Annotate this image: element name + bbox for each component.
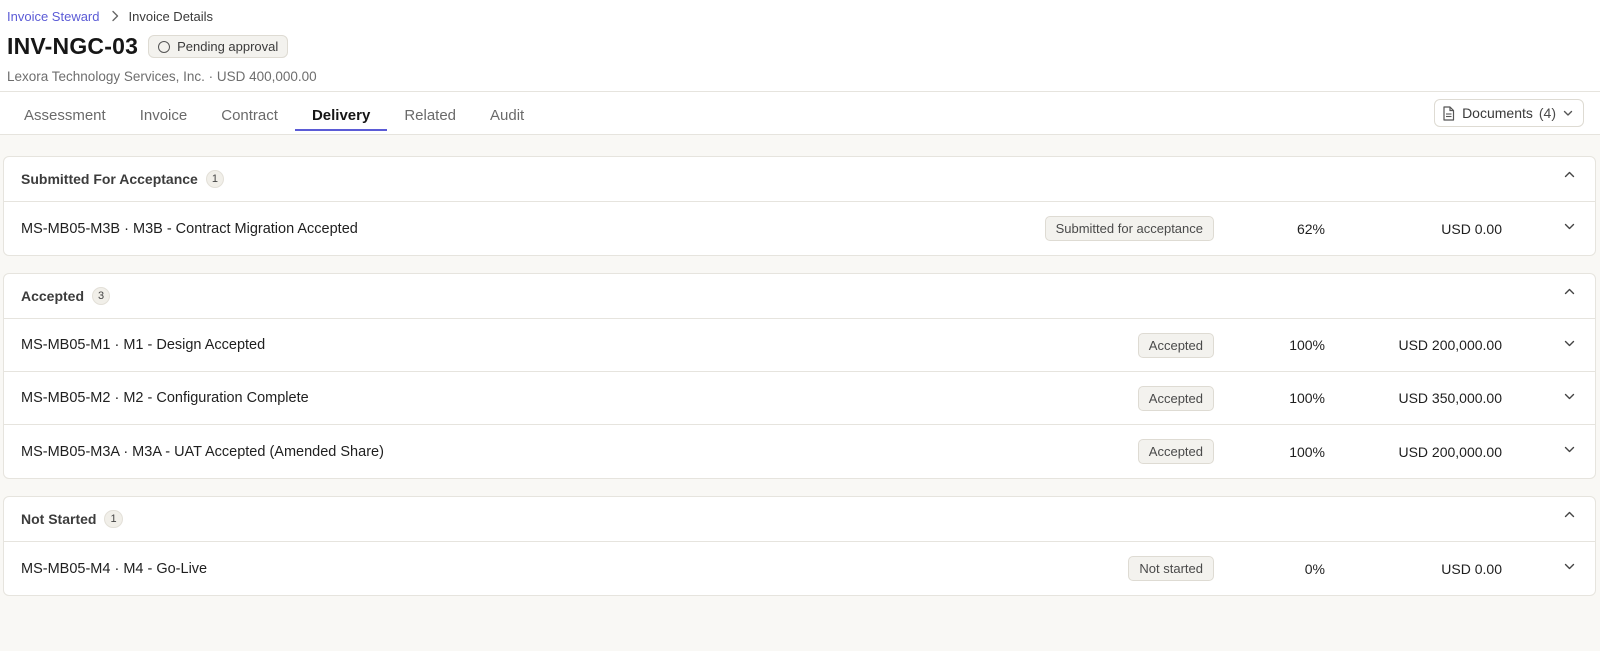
chevron-down-icon[interactable] [1564,340,1575,347]
title-row: INV-NGC-03 Pending approval [7,33,1593,60]
milestone-row[interactable]: MS-MB05-M3A · M3A - UAT Accepted (Amende… [4,425,1595,478]
breadcrumb-current: Invoice Details [128,8,214,24]
breadcrumb: Invoice Steward Invoice Details [7,8,1593,24]
status-badge-label: Pending approval [177,39,279,54]
milestone-amount: USD 0.00 [1441,220,1502,237]
milestone-status-badge: Accepted [1137,439,1214,464]
group-header[interactable]: Not Started 1 [4,497,1595,542]
milestone-row[interactable]: MS-MB05-M2 · M2 - Configuration Complete… [4,372,1595,425]
tabs-bar: Assessment Invoice Contract Delivery Related… [0,92,1600,135]
milestone-name: MS-MB05-M3A · M3A - UAT Accepted (Amende… [21,443,384,460]
milestone-group: Accepted 3 MS-MB05-M1 · M1 - Design Accept… [3,273,1596,479]
milestone-status-badge: Submitted for acceptance [1044,216,1214,241]
document-icon [1442,105,1455,121]
tab-assessment[interactable]: Assessment [7,92,123,135]
chevron-up-icon[interactable] [1564,511,1575,518]
tab-related[interactable]: Related [387,92,473,135]
group-title: Accepted [21,288,85,304]
milestone-row[interactable]: MS-MB05-M1 · M1 - Design Accepted Accepte… [4,319,1595,372]
page-header: Invoice Steward Invoice Details INV-NGC-… [0,0,1600,92]
milestone-status-badge: Not started [1128,556,1214,581]
invoice-subtitle: Lexora Technology Services, Inc. · USD 4… [7,69,317,84]
milestone-status-badge: Accepted [1137,385,1214,411]
circle-icon [158,40,171,53]
milestone-name: MS-MB05-M1 · M1 - Design Accepted [21,337,266,353]
tab-invoice[interactable]: Invoice [123,92,205,135]
chevron-right-icon [111,10,119,22]
milestone-group: Not Started 1 MS-MB05-M4 · M4 - Go-Live Not… [3,496,1596,596]
tab-delivery[interactable]: Delivery [294,92,388,135]
milestone-amount: USD 200,000.00 [1398,443,1502,460]
milestone-name: MS-MB05-M4 · M4 - Go-Live [21,560,208,577]
milestone-row[interactable]: MS-MB05-M4 · M4 - Go-Live Not started 0% US… [4,542,1595,595]
milestone-percent: 100% [1289,390,1325,406]
delivery-content: Submitted For Acceptance 1 MS-MB05-M3B · M… [0,135,1600,596]
milestone-percent: 100% [1289,443,1325,460]
milestone-percent: 0% [1304,560,1325,577]
group-count-badge: 1 [205,170,224,188]
tab-list: Assessment Invoice Contract Delivery Related… [7,92,1600,135]
page-title: INV-NGC-03 [7,33,139,59]
milestone-name: MS-MB05-M3B · M3B - Contract Migration A… [21,220,358,237]
chevron-down-icon[interactable] [1564,393,1575,400]
chevron-down-icon[interactable] [1564,446,1575,453]
milestone-percent: 100% [1289,337,1325,353]
tab-audit[interactable]: Audit [473,92,541,135]
chevron-down-icon[interactable] [1564,563,1575,570]
group-header[interactable]: Accepted 3 [4,274,1595,319]
group-count-badge: 1 [104,510,123,528]
group-count-badge: 3 [92,287,111,305]
milestone-status-badge: Accepted [1137,332,1214,358]
group-title: Submitted For Acceptance [21,171,198,187]
milestone-amount: USD 350,000.00 [1398,390,1502,406]
milestone-percent: 62% [1296,220,1325,237]
chevron-down-icon[interactable] [1564,223,1575,230]
milestone-row[interactable]: MS-MB05-M3B · M3B - Contract Migration A… [4,202,1595,255]
status-badge: Pending approval [148,35,289,58]
group-header[interactable]: Submitted For Acceptance 1 [4,157,1595,202]
chevron-down-icon [1563,110,1573,117]
milestone-name: MS-MB05-M2 · M2 - Configuration Complete [21,390,309,406]
chevron-up-icon[interactable] [1564,288,1575,295]
chevron-up-icon[interactable] [1564,171,1575,178]
documents-count: (4) [1538,105,1556,121]
group-title: Not Started [21,511,97,527]
milestone-amount: USD 200,000.00 [1398,337,1502,353]
tab-contract[interactable]: Contract [204,92,295,135]
documents-label: Documents [1462,105,1533,121]
milestone-amount: USD 0.00 [1441,560,1502,577]
milestone-group: Submitted For Acceptance 1 MS-MB05-M3B · M… [3,156,1596,256]
breadcrumb-root-link[interactable]: Invoice Steward [7,9,100,24]
documents-button[interactable]: Documents (4) [1434,99,1584,127]
